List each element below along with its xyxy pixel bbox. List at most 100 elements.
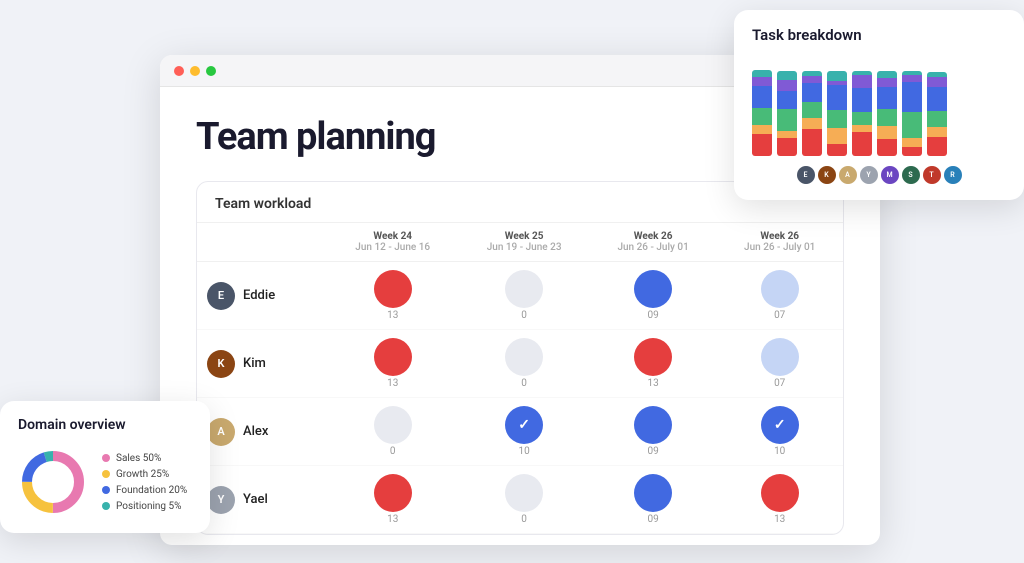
stacked-bar [777,71,797,156]
breakdown-avatar: M [881,166,899,184]
task-breakdown-card: Task breakdown EKAYMSTR [734,10,1024,200]
task-circle [374,406,412,444]
bar-segment-purple [777,80,797,91]
task-circle [634,338,672,376]
workload-table: Week 24 Jun 12 - June 16 Week 25 Jun 19 … [197,223,843,534]
donut-chart [18,447,88,517]
task-cell: 09 [590,466,717,534]
avatar: K [207,350,235,378]
task-circle [374,338,412,376]
task-circle [505,270,543,308]
task-count: 07 [726,378,833,389]
task-cell: 09 [590,398,717,466]
task-circle [761,406,799,444]
task-circle [374,474,412,512]
task-count: 0 [468,378,579,389]
person-name: Eddie [243,288,275,303]
bar-segment-blue [877,87,897,109]
legend-item: Growth 25% [102,469,187,480]
domain-inner: Sales 50% Growth 25% Foundation 20% Posi… [18,447,192,517]
bar-segment-orange [802,118,822,129]
task-cell: 09 [590,262,717,330]
task-count: 09 [600,446,707,457]
stacked-bar [802,71,822,156]
bar-segment-red [777,138,797,156]
task-circle [761,338,799,376]
legend-label: Foundation 20% [116,485,187,496]
task-cell: 13 [327,330,458,398]
bar-segment-purple [852,75,872,88]
bar-segment-teal [752,70,772,77]
stacked-bar [902,71,922,156]
breakdown-avatars: EKAYMSTR [752,166,1006,184]
task-circle [634,270,672,308]
col-header-name [197,223,327,262]
stacked-bar [852,71,872,156]
bar-segment-purple [902,75,922,82]
bar-segment-orange [877,126,897,139]
person-cell: K Kim [197,330,327,398]
breakdown-avatar: Y [860,166,878,184]
task-cell: 13 [590,330,717,398]
bar-column [827,71,847,156]
avatar: E [207,282,235,310]
bar-column [927,72,947,156]
bar-segment-green [927,111,947,127]
bar-column [802,71,822,156]
bar-segment-purple [802,76,822,83]
bar-segment-red [877,139,897,156]
task-circle [374,270,412,308]
bar-segment-orange [927,127,947,137]
legend-item: Sales 50% [102,453,187,464]
legend-label: Positioning 5% [116,501,181,512]
bar-segment-blue [777,91,797,109]
bar-segment-blue [927,87,947,111]
stacked-bar [927,72,947,156]
legend-label: Growth 25% [116,469,169,480]
task-circle [761,270,799,308]
bar-segment-red [852,132,872,156]
bar-segment-purple [752,77,772,86]
bar-segment-orange [902,138,922,147]
bar-segment-teal [777,71,797,80]
task-count: 0 [468,514,579,525]
bar-segment-blue [852,88,872,112]
minimize-dot[interactable] [190,66,200,76]
col-header-w26a: Week 26 Jun 26 - July 01 [590,223,717,262]
bar-segment-green [802,102,822,118]
task-count: 13 [726,514,833,525]
bar-segment-green [877,109,897,126]
bar-segment-orange [752,125,772,134]
bar-segment-red [827,144,847,156]
breakdown-avatar: E [797,166,815,184]
bar-segment-orange [852,125,872,132]
person-name: Yael [243,492,268,507]
close-dot[interactable] [174,66,184,76]
bar-column [852,71,872,156]
breakdown-avatar: R [944,166,962,184]
bar-segment-blue [802,83,822,102]
task-count: 10 [726,446,833,457]
bar-segment-green [902,112,922,138]
bar-segment-red [752,134,772,156]
table-header-row: Week 24 Jun 12 - June 16 Week 25 Jun 19 … [197,223,843,262]
task-cell: 0 [458,330,589,398]
legend-label: Sales 50% [116,453,161,464]
maximize-dot[interactable] [206,66,216,76]
bar-column [902,71,922,156]
task-cell: 13 [327,262,458,330]
stacked-bar [827,71,847,156]
domain-overview-card: Domain overview Sales 50% Growth 25% Fou… [0,401,210,533]
bar-segment-red [902,147,922,156]
legend-item: Foundation 20% [102,485,187,496]
task-count: 13 [600,378,707,389]
table-row: E Eddie 1300907 [197,262,843,330]
task-count: 13 [337,514,448,525]
task-circle [634,406,672,444]
task-count: 0 [337,446,448,457]
task-count: 07 [726,310,833,321]
table-row: Y Yael 1300913 [197,466,843,534]
domain-title: Domain overview [18,417,192,433]
bar-segment-purple [877,78,897,87]
task-cell: 10 [716,398,843,466]
